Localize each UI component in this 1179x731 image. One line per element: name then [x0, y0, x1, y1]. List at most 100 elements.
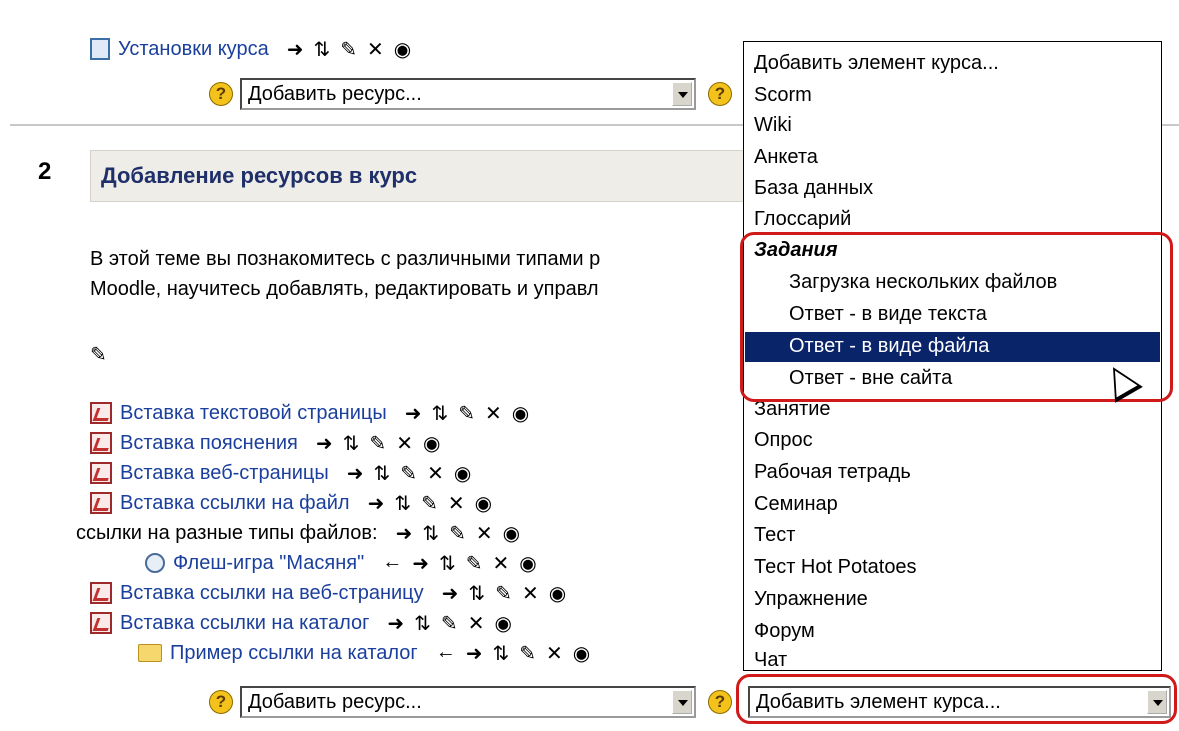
resource-link[interactable]: Вставка ссылки на файл [120, 492, 350, 515]
move-updown-icon[interactable]: ⇅ [394, 491, 411, 516]
visibility-eye-icon[interactable]: ◉ [512, 401, 529, 426]
dropdown-option[interactable]: Глоссарий [754, 208, 851, 231]
dropdown-option[interactable]: Анкета [754, 146, 818, 169]
help-icon[interactable]: ? [708, 690, 732, 714]
move-right-icon[interactable]: ➜ [466, 641, 483, 666]
section-description-line2: Moodle, научитесь добавлять, редактирова… [90, 278, 599, 300]
dropdown-option[interactable]: Упражнение [754, 588, 868, 611]
folder-icon [138, 644, 162, 662]
resource-item: Вставка текстовой страницы ➜ ⇅ ✎ ✕ ◉ [90, 400, 529, 426]
edit-icon[interactable]: ✎ [421, 491, 438, 516]
help-icon[interactable]: ? [209, 82, 233, 106]
action-icons: ← ➜ ⇅ ✎ ✕ ◉ [436, 641, 591, 666]
move-right-icon[interactable]: ➜ [316, 431, 333, 456]
resource-label-item: ссылки на разные типы файлов: ➜ ⇅ ✎ ✕ ◉ [76, 520, 520, 546]
dropdown-option[interactable]: Тест [754, 524, 795, 547]
dropdown-option[interactable]: Форум [754, 620, 815, 643]
move-updown-icon[interactable]: ⇅ [374, 461, 391, 486]
dropdown-option[interactable]: Добавить элемент курса... [754, 52, 999, 75]
visibility-eye-icon[interactable]: ◉ [549, 581, 566, 606]
move-updown-icon[interactable]: ⇅ [468, 581, 485, 606]
add-resource-select[interactable]: Добавить ресурс... [240, 686, 696, 718]
visibility-eye-icon[interactable]: ◉ [454, 461, 471, 486]
action-icons: ➜ ⇅ ✎ ✕ ◉ [347, 461, 472, 486]
visibility-eye-icon[interactable]: ◉ [519, 551, 536, 576]
delete-icon[interactable]: ✕ [485, 401, 502, 426]
annotation-highlight-box [736, 674, 1177, 724]
edit-summary-icon[interactable]: ✎ [90, 342, 107, 367]
resource-link[interactable]: Вставка пояснения [120, 432, 298, 455]
delete-icon[interactable]: ✕ [546, 641, 563, 666]
action-icons: ← ➜ ⇅ ✎ ✕ ◉ [382, 551, 537, 576]
edit-icon[interactable]: ✎ [458, 401, 475, 426]
edit-icon[interactable]: ✎ [400, 461, 417, 486]
move-right-icon[interactable]: ➜ [368, 491, 385, 516]
dropdown-option[interactable]: Опрос [754, 429, 813, 452]
move-left-icon[interactable]: ← [436, 641, 456, 666]
help-icon[interactable]: ? [708, 82, 732, 106]
action-icons: ➜ ⇅ ✎ ✕ ◉ [387, 611, 512, 636]
pdf-file-icon [90, 612, 112, 634]
edit-icon[interactable]: ✎ [441, 611, 458, 636]
dropdown-option[interactable]: Scorm [754, 84, 812, 107]
delete-icon[interactable]: ✕ [476, 521, 493, 546]
add-resource-select-value: Добавить ресурс... [248, 83, 422, 105]
dropdown-arrow-icon[interactable] [672, 82, 692, 106]
delete-icon[interactable]: ✕ [493, 551, 510, 576]
resource-item: Вставка пояснения ➜ ⇅ ✎ ✕ ◉ [90, 430, 440, 456]
edit-icon[interactable]: ✎ [369, 431, 386, 456]
move-left-icon[interactable]: ← [382, 551, 402, 576]
visibility-eye-icon[interactable]: ◉ [494, 611, 511, 636]
course-settings-link[interactable]: Установки курса [118, 38, 269, 61]
move-right-icon[interactable]: ➜ [347, 461, 364, 486]
action-icons: ➜ ⇅ ✎ ✕ ◉ [396, 521, 521, 546]
move-updown-icon[interactable]: ⇅ [313, 37, 330, 62]
move-updown-icon[interactable]: ⇅ [431, 401, 448, 426]
edit-icon[interactable]: ✎ [495, 581, 512, 606]
move-updown-icon[interactable]: ⇅ [439, 551, 456, 576]
dropdown-option[interactable]: Тест Hot Potatoes [754, 556, 917, 579]
move-right-icon[interactable]: ➜ [442, 581, 459, 606]
move-updown-icon[interactable]: ⇅ [414, 611, 431, 636]
help-icon[interactable]: ? [209, 690, 233, 714]
move-right-icon[interactable]: ➜ [287, 37, 304, 62]
edit-icon[interactable]: ✎ [519, 641, 536, 666]
move-right-icon[interactable]: ➜ [412, 551, 429, 576]
dropdown-option[interactable]: База данных [754, 177, 873, 200]
resource-link[interactable]: Вставка текстовой страницы [120, 402, 387, 425]
visibility-eye-icon[interactable]: ◉ [573, 641, 590, 666]
edit-icon[interactable]: ✎ [340, 37, 357, 62]
move-right-icon[interactable]: ➜ [387, 611, 404, 636]
dropdown-arrow-icon[interactable] [672, 690, 692, 714]
dropdown-option[interactable]: Семинар [754, 493, 838, 516]
resource-item: Вставка ссылки на файл ➜ ⇅ ✎ ✕ ◉ [90, 490, 492, 516]
resource-link[interactable]: Флеш-игра "Масяня" [173, 552, 364, 575]
move-updown-icon[interactable]: ⇅ [492, 641, 509, 666]
resource-link[interactable]: Вставка веб-страницы [120, 462, 329, 485]
edit-icon[interactable]: ✎ [466, 551, 483, 576]
delete-icon[interactable]: ✕ [367, 37, 384, 62]
delete-icon[interactable]: ✕ [427, 461, 444, 486]
visibility-eye-icon[interactable]: ◉ [423, 431, 440, 456]
move-updown-icon[interactable]: ⇅ [343, 431, 360, 456]
delete-icon[interactable]: ✕ [468, 611, 485, 636]
add-resource-select-value: Добавить ресурс... [248, 691, 422, 713]
move-right-icon[interactable]: ➜ [405, 401, 422, 426]
dropdown-option[interactable]: Чат [754, 649, 787, 670]
move-updown-icon[interactable]: ⇅ [422, 521, 439, 546]
dropdown-option[interactable]: Рабочая тетрадь [754, 461, 911, 484]
visibility-eye-icon[interactable]: ◉ [475, 491, 492, 516]
action-icons: ➜ ⇅ ✎ ✕ ◉ [287, 37, 412, 62]
add-resource-select[interactable]: Добавить ресурс... [240, 78, 696, 110]
move-right-icon[interactable]: ➜ [396, 521, 413, 546]
delete-icon[interactable]: ✕ [448, 491, 465, 516]
resource-link[interactable]: Пример ссылки на каталог [170, 642, 418, 665]
resource-link[interactable]: Вставка ссылки на каталог [120, 612, 369, 635]
delete-icon[interactable]: ✕ [396, 431, 413, 456]
visibility-eye-icon[interactable]: ◉ [394, 37, 411, 62]
visibility-eye-icon[interactable]: ◉ [503, 521, 520, 546]
dropdown-option[interactable]: Wiki [754, 114, 792, 137]
resource-link[interactable]: Вставка ссылки на веб-страницу [120, 582, 424, 605]
delete-icon[interactable]: ✕ [522, 581, 539, 606]
edit-icon[interactable]: ✎ [449, 521, 466, 546]
